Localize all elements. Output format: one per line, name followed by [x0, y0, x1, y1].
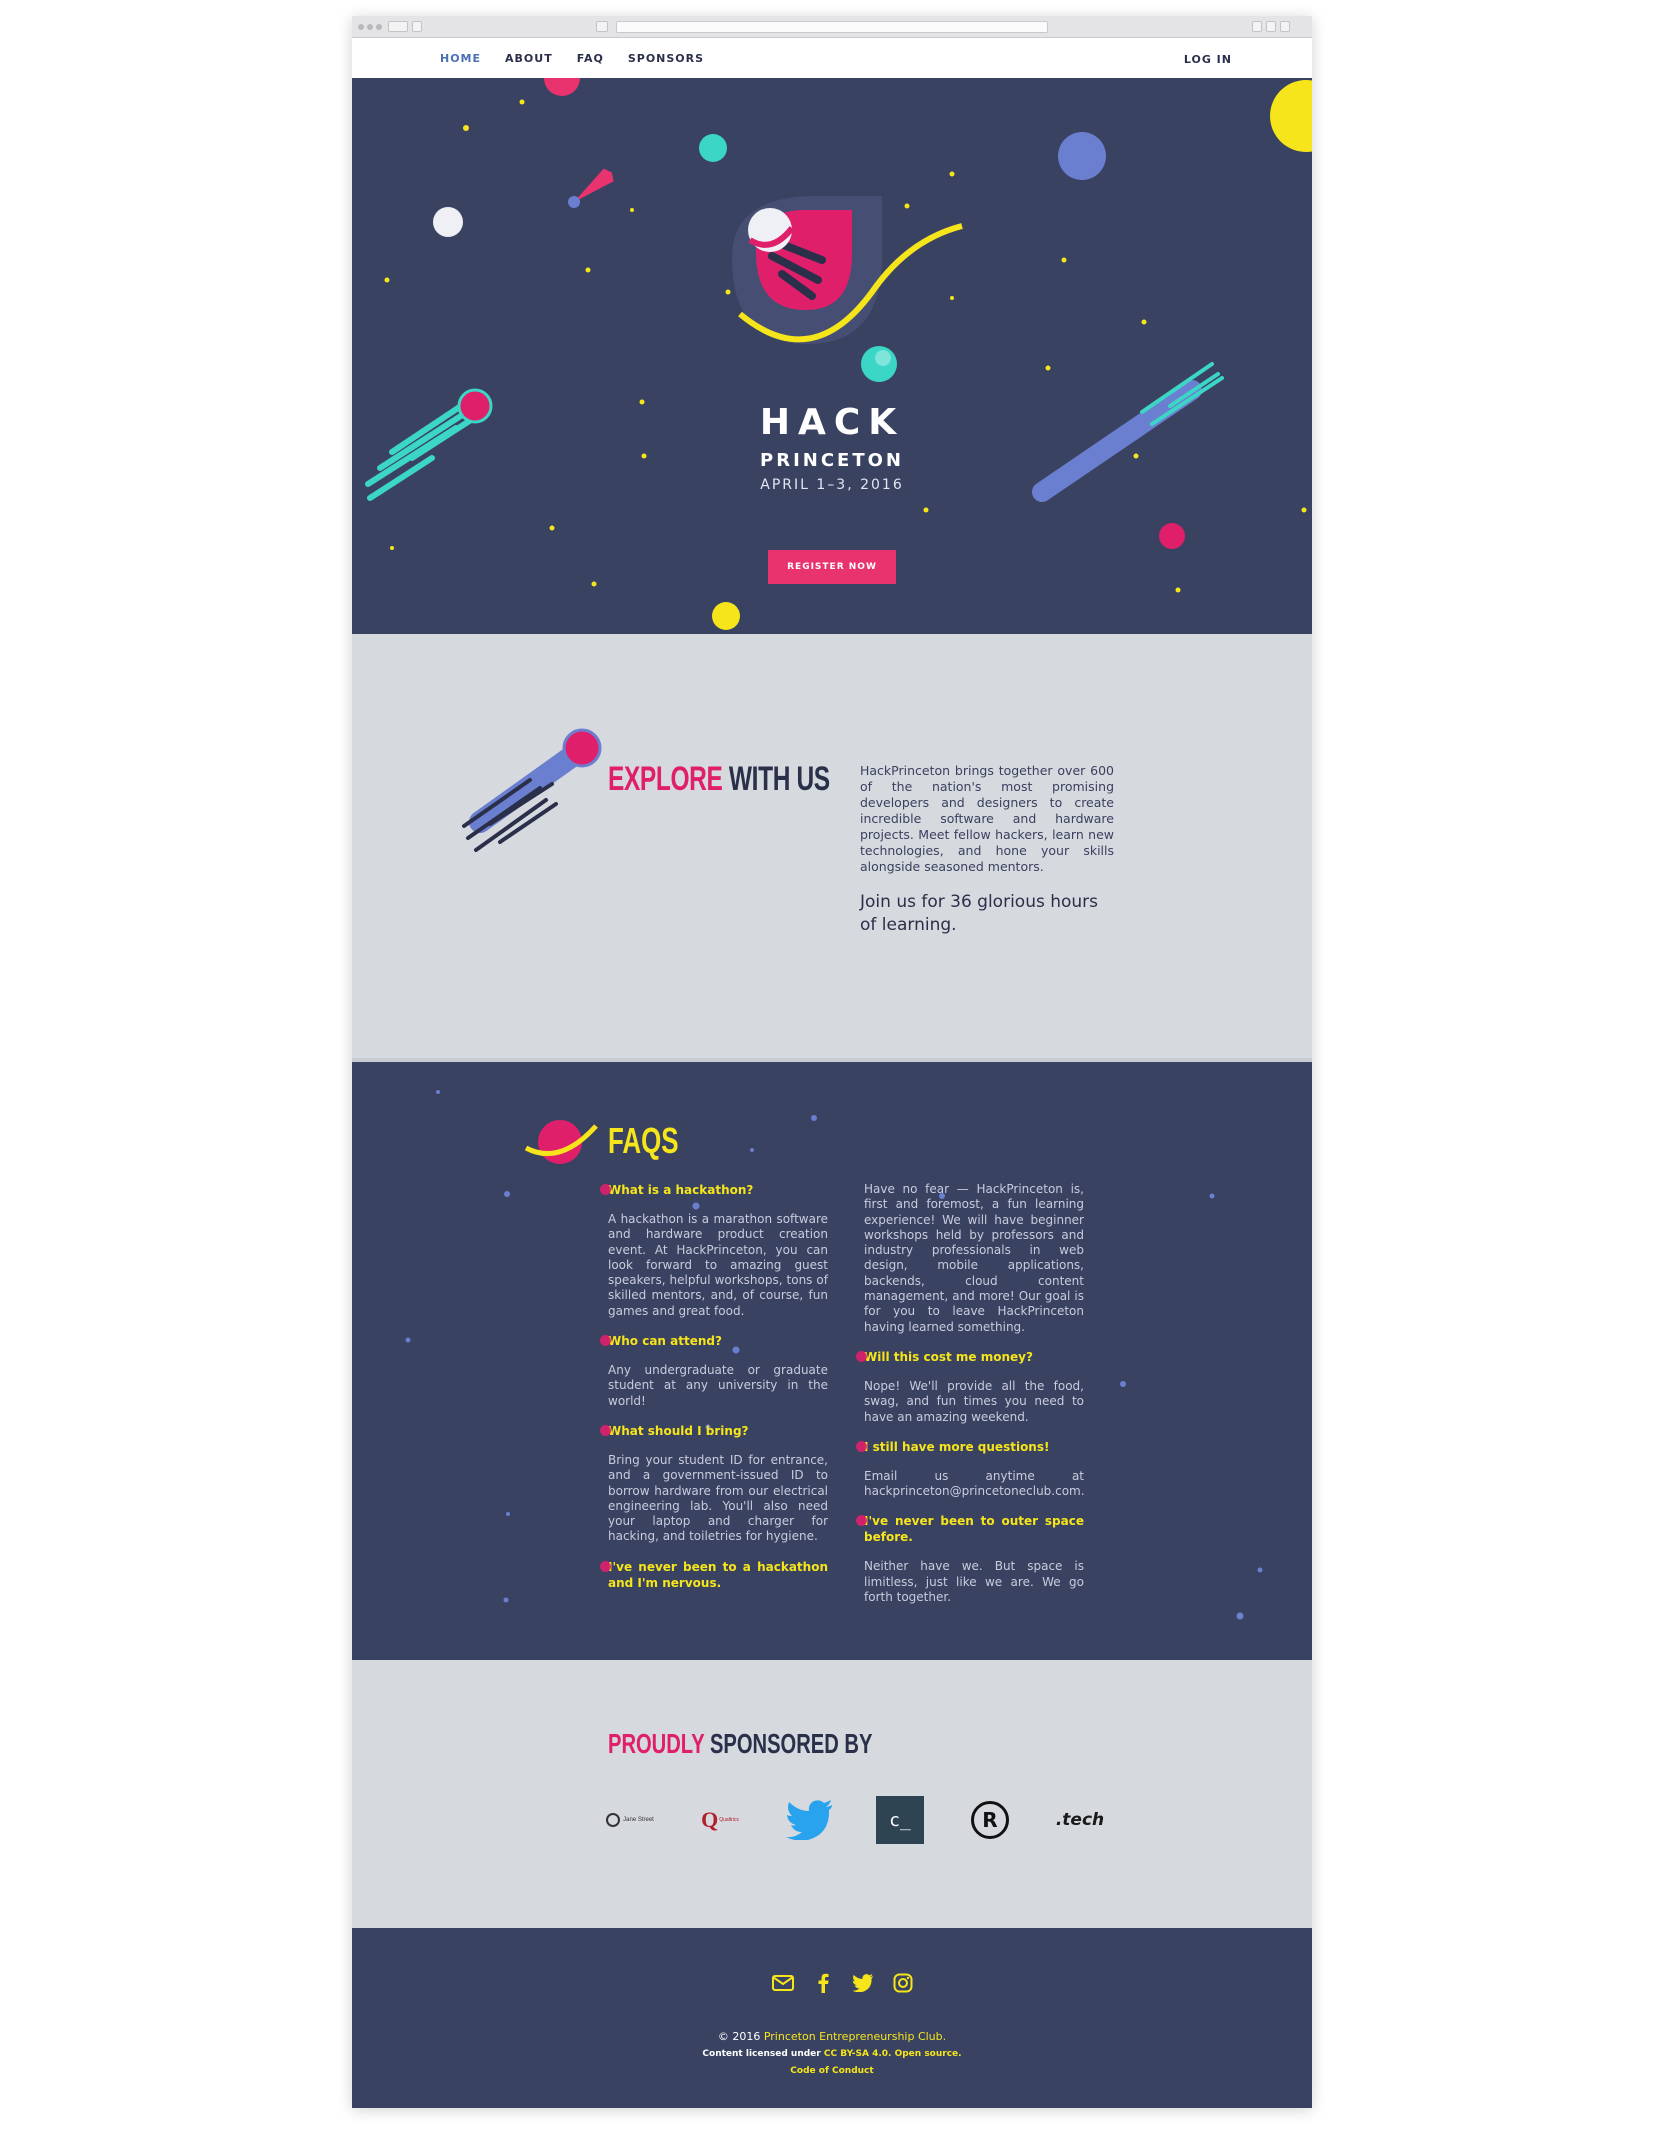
- explore-title: EXPLORE WITH US: [608, 760, 830, 799]
- register-button[interactable]: REGISTER NOW: [768, 550, 896, 584]
- code-of-conduct-line: Code of Conduct: [352, 2066, 1312, 2076]
- explore-section: EXPLORE WITH US HackPrinceton brings tog…: [352, 634, 1312, 1058]
- nav-links: HOME ABOUT FAQ SPONSORS: [440, 52, 704, 65]
- faq-section: FAQS What is a hackathon? A hackathon is…: [352, 1058, 1312, 1660]
- faq-question: I still have more questions!: [856, 1439, 1084, 1455]
- faq-answer: Email us anytime at hackprinceton@prince…: [864, 1468, 1085, 1499]
- faq-question: I've never been to outer space before.: [856, 1514, 1084, 1545]
- sponsors-section: PROUDLY SPONSORED BY Jane Street Q Qualt…: [352, 1660, 1312, 1928]
- download-button[interactable]: [1266, 21, 1276, 32]
- explore-tagline: Join us for 36 glorious hours of learnin…: [860, 892, 1099, 935]
- sponsors-title-rest: SPONSORED BY: [709, 1728, 873, 1759]
- faq-question: What should I bring?: [600, 1423, 828, 1439]
- license-line: Content licensed under CC BY-SA 4.0. Ope…: [702, 2049, 962, 2059]
- sponsors-title: PROUDLY SPONSORED BY: [608, 1728, 872, 1760]
- pink-planet: [1159, 523, 1185, 549]
- white-planet: [433, 207, 463, 237]
- pink-planet-top: [544, 78, 580, 96]
- nav-faq[interactable]: FAQ: [577, 52, 604, 65]
- code-of-conduct-link[interactable]: Code of Conduct: [790, 2066, 873, 2076]
- share-icon[interactable]: [596, 21, 608, 32]
- faq-answer: Any undergraduate or graduate student at…: [608, 1363, 828, 1408]
- explore-title-highlight: EXPLORE: [608, 760, 723, 798]
- comet-illustration: [462, 728, 602, 852]
- faq-question: Who can attend?: [600, 1333, 828, 1349]
- top-navbar: HOME ABOUT FAQ SPONSORS LOG IN: [352, 38, 1312, 78]
- sidebar-button[interactable]: [412, 21, 422, 32]
- mail-icon[interactable]: [772, 1972, 794, 1994]
- hero-date: APRIL 1–3, 2016: [760, 477, 904, 493]
- facebook-icon[interactable]: [812, 1972, 834, 1994]
- window-controls[interactable]: [358, 24, 382, 30]
- faq-answer: A hackathon is a marathon software and h…: [608, 1212, 828, 1318]
- sponsor-logo-r[interactable]: R: [960, 1790, 1020, 1850]
- faq-column-left: What is a hackathon? A hackathon is a ma…: [600, 1182, 828, 1605]
- explore-description: HackPrinceton brings together over 600 o…: [860, 763, 1114, 874]
- faq-question: Will this cost me money?: [856, 1349, 1084, 1365]
- sponsor-logos: Jane Street Q Qualtrics c_ R .tech: [600, 1790, 1104, 1850]
- hero-subtitle: PRINCETON: [760, 450, 904, 471]
- teal-planet: [699, 134, 727, 162]
- login-link[interactable]: LOG IN: [1184, 53, 1232, 66]
- browser-window: HOME ABOUT FAQ SPONSORS LOG IN HACK PRIN…: [352, 16, 1312, 2108]
- sponsor-logo-qualtrics[interactable]: Q Qualtrics: [690, 1790, 750, 1850]
- faq-answer: Nope! We'll provide all the food, swag, …: [864, 1378, 1084, 1424]
- faq-answer: Neither have we. But space is limitless,…: [864, 1559, 1084, 1605]
- nav-home[interactable]: HOME: [440, 52, 481, 65]
- social-icons: [772, 1972, 914, 1994]
- sponsors-title-highlight: PROUDLY: [608, 1728, 705, 1759]
- faq-column-right: Have no fear — HackPrinceton is, first a…: [856, 1182, 1085, 1619]
- nav-about[interactable]: ABOUT: [505, 52, 553, 65]
- sponsor-logo-dot-tech[interactable]: .tech: [1050, 1790, 1110, 1850]
- footer: © 2016 Princeton Entrepreneurship Club. …: [352, 1928, 1312, 2108]
- rocket-icon: [568, 168, 614, 208]
- back-forward-button[interactable]: [388, 21, 408, 32]
- faq-answer: Have no fear — HackPrinceton is, first a…: [864, 1182, 1084, 1334]
- faq-question: What is a hackathon?: [600, 1182, 828, 1198]
- hero-title: HACK: [759, 402, 905, 443]
- sponsor-logo-twitter[interactable]: [780, 1790, 840, 1850]
- yellow-planet: [1270, 80, 1312, 152]
- faq-planet-icon: [524, 1120, 598, 1164]
- stars: [384, 99, 1307, 593]
- hero-section: HACK PRINCETON APRIL 1–3, 2016 REGISTER …: [352, 78, 1312, 634]
- yellow-moon: [712, 602, 740, 630]
- jane-street-icon: [606, 1813, 621, 1827]
- periwinkle-planet: [1058, 132, 1106, 180]
- faq-background-stars: [405, 1090, 1263, 1620]
- instagram-icon[interactable]: [892, 1972, 914, 1994]
- settings-icon[interactable]: [1280, 21, 1290, 32]
- club-link[interactable]: Princeton Entrepreneurship Club.: [764, 2030, 946, 2043]
- hackprinceton-logo-planet: [732, 196, 963, 382]
- faq-title: FAQS: [608, 1120, 679, 1161]
- faq-question: I've never been to a hackathon and I'm n…: [600, 1559, 828, 1590]
- twitter-icon[interactable]: [852, 1972, 874, 1994]
- nav-sponsors[interactable]: SPONSORS: [628, 52, 704, 65]
- tab-button[interactable]: [1252, 21, 1262, 32]
- license-link[interactable]: CC BY-SA 4.0. Open source.: [824, 2049, 962, 2059]
- browser-chrome: [352, 16, 1312, 38]
- copyright-line: © 2016 Princeton Entrepreneurship Club.: [717, 2030, 947, 2043]
- twitter-bird-icon: [786, 1800, 832, 1840]
- address-bar[interactable]: [616, 21, 1048, 33]
- sponsor-logo-c[interactable]: c_: [870, 1790, 930, 1850]
- explore-title-rest: WITH US: [728, 760, 830, 798]
- faq-answer: Bring your student ID for entrance, and …: [608, 1452, 828, 1544]
- sponsor-logo-jane-street[interactable]: Jane Street: [600, 1790, 660, 1850]
- qualtrics-q-icon: Q: [701, 1807, 719, 1832]
